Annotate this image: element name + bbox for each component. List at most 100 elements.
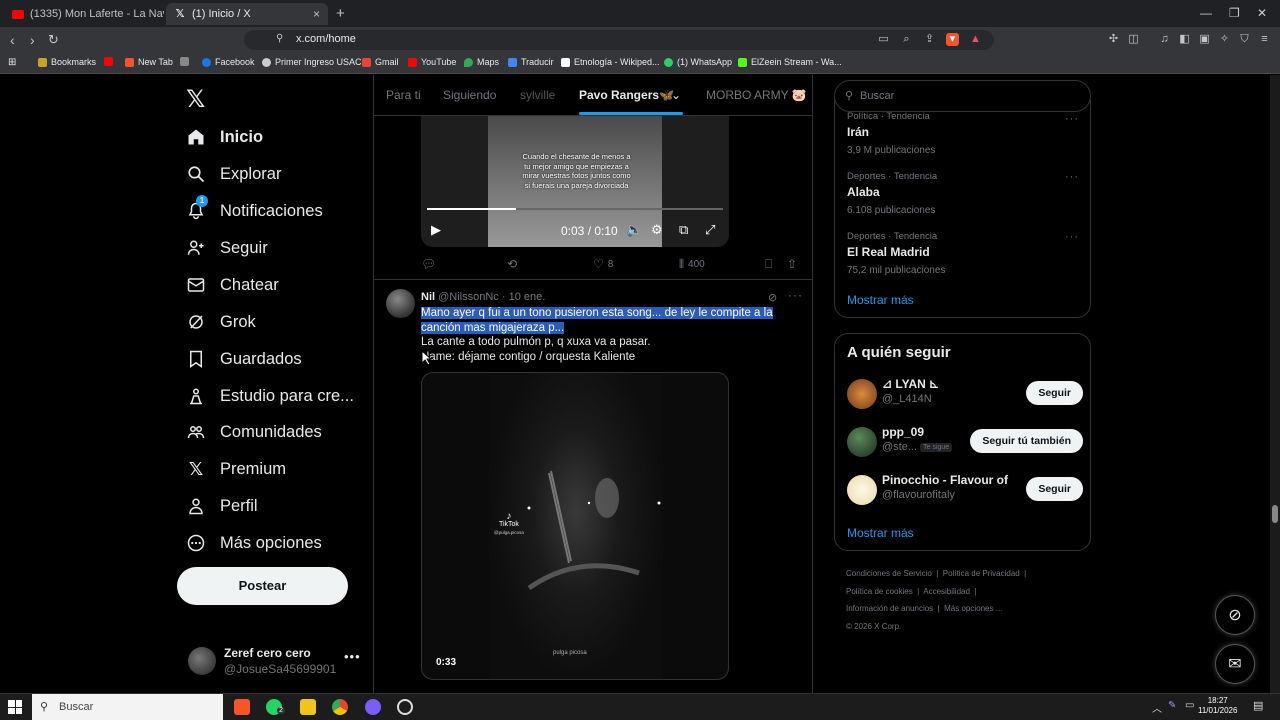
- apps-icon[interactable]: ⊞: [8, 57, 16, 68]
- tab-para-ti[interactable]: Para ti: [386, 88, 421, 102]
- cast-icon[interactable]: ▭: [877, 33, 890, 46]
- minimize-icon[interactable]: —: [1200, 6, 1212, 20]
- nav-comunidades[interactable]: Comunidades: [186, 417, 322, 447]
- bookmark-item[interactable]: New Tab: [125, 57, 173, 67]
- close-window-icon[interactable]: ✕: [1257, 6, 1267, 20]
- bookmark-item[interactable]: Etnología - Wikiped...: [561, 57, 660, 67]
- nav-inicio[interactable]: Inicio: [186, 122, 263, 152]
- tab-siguiendo[interactable]: Siguiendo: [443, 88, 496, 102]
- follow-suggestion[interactable]: ppp_09 @ste... Te sigue Seguir tú también: [847, 424, 1083, 460]
- account-switcher[interactable]: Zeref cero cero @JosueSa45699901 •••: [186, 643, 366, 679]
- video-player[interactable]: ♪ TikTok @pulga.picosa pulga picosa 0:33: [421, 372, 729, 680]
- browser-tab-x[interactable]: 𝕏 (1) Inicio / X ×: [166, 3, 328, 25]
- more-icon[interactable]: ···: [1065, 113, 1079, 125]
- grok-fab-button[interactable]: ⊘: [1215, 595, 1255, 635]
- media-icon[interactable]: ♫: [1158, 33, 1171, 46]
- clock[interactable]: 18:27 11/01/2026: [1198, 696, 1237, 716]
- trend-item[interactable]: Política · Tendencia Irán 3,9 M publicac…: [847, 111, 1087, 156]
- reply-icon[interactable]: 💬︎: [421, 257, 440, 271]
- video-progress-bar[interactable]: [427, 208, 723, 210]
- footer-link[interactable]: Condiciones de Servicio: [846, 569, 932, 578]
- bookmark-item[interactable]: Maps: [464, 57, 499, 67]
- extensions-icon[interactable]: ✣: [1107, 33, 1120, 46]
- trend-item[interactable]: Deportes · Tendencia El Real Madrid 75,2…: [847, 231, 1087, 276]
- zoom-icon[interactable]: ⌕: [900, 33, 913, 46]
- discord-app-icon[interactable]: [365, 699, 381, 715]
- taskbar-search[interactable]: ⚲ Buscar: [32, 694, 223, 720]
- trend-item[interactable]: Deportes · Tendencia Alaba 6.108 publica…: [847, 171, 1087, 216]
- settings-icon[interactable]: ⚙: [651, 222, 663, 238]
- file-explorer-icon[interactable]: [300, 699, 316, 715]
- chevron-down-icon[interactable]: ⌄: [671, 88, 681, 102]
- menu-icon[interactable]: ≡: [1258, 33, 1271, 46]
- back-icon[interactable]: ‹: [10, 32, 15, 48]
- site-info-icon[interactable]: ⚲: [276, 33, 283, 44]
- notification-center-icon[interactable]: ▤: [1253, 699, 1263, 712]
- pip-icon[interactable]: ⧉: [679, 222, 688, 238]
- bookmark-item[interactable]: YouTube: [408, 57, 456, 67]
- more-icon[interactable]: ···: [1065, 171, 1079, 183]
- follow-button[interactable]: Seguir: [1026, 477, 1083, 501]
- x-logo-icon[interactable]: 𝕏: [186, 85, 205, 114]
- follow-suggestion[interactable]: Pinocchio - Flavour of I... @flavourofit…: [847, 472, 1083, 508]
- grok-icon[interactable]: ⊘: [768, 291, 777, 304]
- vpn-icon[interactable]: ⛉: [1238, 33, 1251, 46]
- reload-icon[interactable]: ↻: [48, 32, 59, 48]
- wallet-icon[interactable]: ▣: [1198, 33, 1211, 46]
- bookmark-item[interactable]: Primer Ingreso USAC: [262, 57, 362, 67]
- follow-button[interactable]: Seguir: [1026, 381, 1083, 405]
- nav-mas-opciones[interactable]: Más opciones: [186, 528, 322, 558]
- footer-link[interactable]: Política de cookies: [846, 587, 913, 596]
- forward-icon[interactable]: ›: [30, 32, 35, 48]
- fullscreen-icon[interactable]: ⤢: [705, 222, 715, 238]
- whatsapp-app-icon[interactable]: 2: [266, 699, 285, 715]
- footer-link[interactable]: Accesibilidad: [923, 587, 970, 596]
- show-more-link[interactable]: Mostrar más: [847, 293, 914, 307]
- nav-chatear[interactable]: Chatear: [186, 270, 279, 300]
- brave-app-icon[interactable]: [234, 699, 250, 715]
- tab-sylville[interactable]: sylville: [520, 88, 555, 102]
- nav-estudio[interactable]: Estudio para cre...: [186, 381, 354, 411]
- volume-icon[interactable]: 🔈: [626, 222, 642, 238]
- show-more-link[interactable]: Mostrar más: [847, 526, 914, 540]
- screenshot-icon[interactable]: ◫: [1127, 33, 1140, 46]
- bookmark-item[interactable]: Traducir: [508, 57, 554, 67]
- bookmark-icon[interactable]: ⎕: [765, 257, 776, 272]
- follow-suggestion[interactable]: ⊿ LYAN ⊾ @_L414N Seguir: [847, 376, 1083, 412]
- bookmark-item[interactable]: Gmail: [362, 57, 399, 67]
- nav-guardados[interactable]: Guardados: [186, 344, 302, 374]
- network-icon[interactable]: ▭: [1185, 700, 1194, 711]
- footer-link[interactable]: Política de Privacidad: [943, 569, 1020, 578]
- author-name[interactable]: Nil: [421, 291, 435, 303]
- windows-start-icon[interactable]: [8, 700, 22, 714]
- leo-ai-icon[interactable]: ✧: [1218, 33, 1231, 46]
- brave-rewards-icon[interactable]: ▲: [969, 33, 982, 46]
- scrollbar-thumb[interactable]: [1272, 505, 1278, 523]
- nav-notificaciones[interactable]: 1 Notificaciones: [186, 195, 323, 226]
- video-player[interactable]: Cuando el chesante de menos a tu mejor a…: [421, 116, 729, 247]
- footer-link[interactable]: Más opciones ...: [944, 604, 1002, 613]
- avatar[interactable]: [386, 289, 415, 318]
- tab-pavo-rangers[interactable]: Pavo Rangers🦋: [579, 88, 674, 102]
- repost-icon[interactable]: ⟲: [507, 257, 521, 271]
- search-input[interactable]: [860, 81, 1080, 111]
- more-icon[interactable]: •••: [344, 649, 361, 664]
- sidebar-icon[interactable]: ◧: [1178, 33, 1191, 46]
- feather-icon[interactable]: ✎: [1168, 700, 1176, 711]
- messages-fab-button[interactable]: ✉: [1215, 644, 1255, 684]
- post-button[interactable]: Postear: [177, 567, 348, 605]
- bookmark-item[interactable]: (1) WhatsApp: [664, 57, 732, 67]
- play-icon[interactable]: ▶: [431, 222, 441, 238]
- bookmark-item[interactable]: Bookmarks: [38, 57, 96, 67]
- bookmark-item[interactable]: [104, 57, 117, 66]
- nav-perfil[interactable]: Perfil: [186, 491, 258, 521]
- close-tab-icon[interactable]: ×: [313, 7, 320, 21]
- like-button[interactable]: ♡ 8: [593, 257, 613, 271]
- search-box[interactable]: ⚲: [834, 80, 1091, 112]
- tab-morbo-army[interactable]: MORBO ARMY 🐷: [706, 88, 807, 102]
- nav-explorar[interactable]: Explorar: [186, 159, 281, 189]
- nav-grok[interactable]: Grok: [186, 307, 256, 337]
- share-icon[interactable]: ⇪: [923, 33, 936, 46]
- bookmark-item[interactable]: ElZeein Stream - Wa...: [738, 57, 842, 67]
- page-scrollbar[interactable]: [1270, 75, 1280, 693]
